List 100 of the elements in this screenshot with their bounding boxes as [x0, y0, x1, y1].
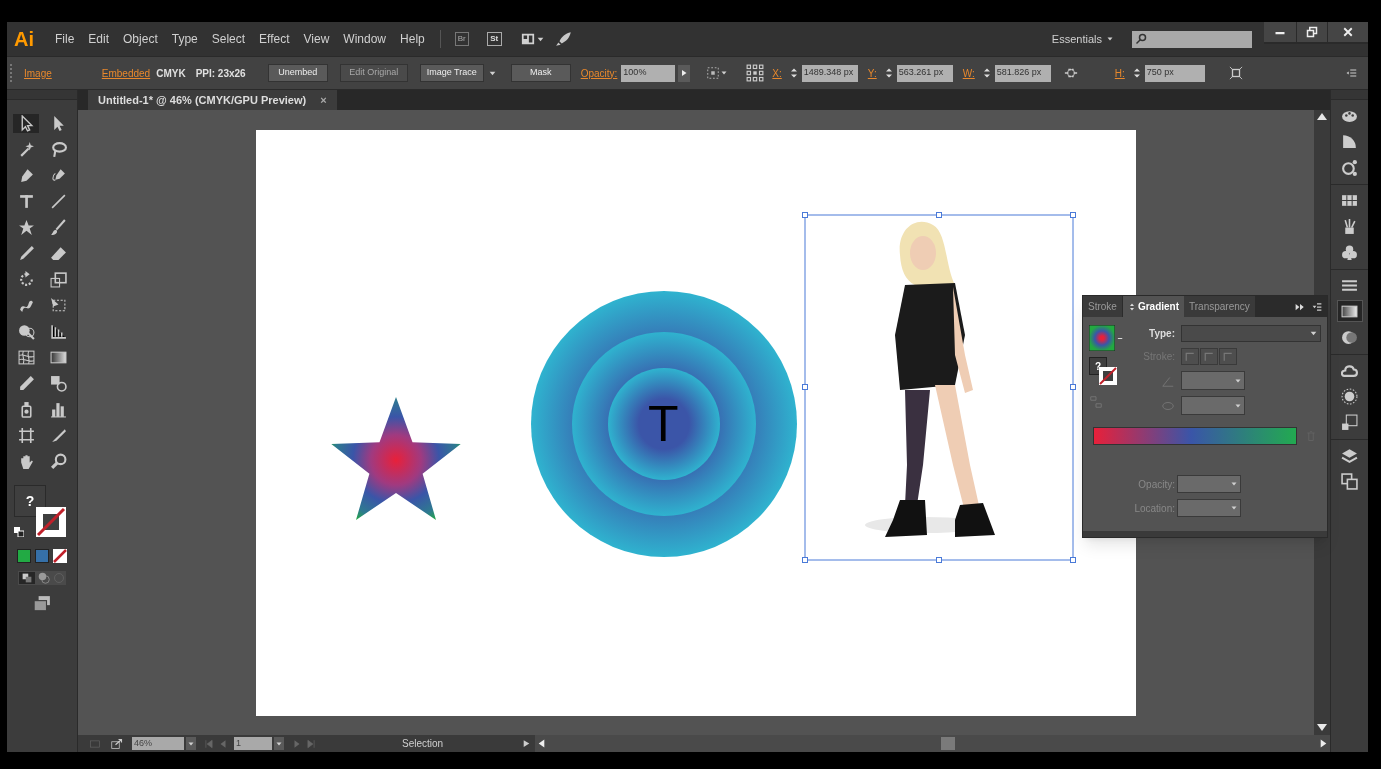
- collapse-panel-icon: [1295, 301, 1305, 312]
- coordinate-link[interactable]: H:: [1114, 65, 1125, 81]
- last-page-icon: [306, 738, 316, 749]
- arrange-documents-button[interactable]: [519, 32, 545, 46]
- menu-item[interactable]: Window: [336, 30, 394, 48]
- menu-item[interactable]: Type: [164, 30, 205, 48]
- close-button[interactable]: [1328, 22, 1368, 42]
- restore-button[interactable]: [1297, 22, 1327, 42]
- panel-menu-icon: [1344, 67, 1358, 79]
- page-field[interactable]: 1: [234, 737, 272, 750]
- menu-item[interactable]: View: [296, 30, 337, 48]
- layers-icon: [22, 573, 32, 583]
- object-type-link[interactable]: Image: [24, 65, 52, 81]
- panel-tab[interactable]: Transparency: [1184, 296, 1255, 317]
- scroll-thumb[interactable]: [941, 737, 955, 750]
- pencil-icon: [17, 245, 35, 262]
- coordinate-field[interactable]: 581.826 px: [994, 64, 1051, 82]
- free-transform-icon: [49, 297, 67, 314]
- app-logo: Ai: [14, 27, 34, 52]
- panel-tab[interactable]: Gradient: [1122, 296, 1185, 317]
- scroll-down-icon[interactable]: [1317, 724, 1327, 732]
- caret-icon: [1117, 335, 1124, 342]
- stroke-option-icon: [1223, 351, 1233, 362]
- dropdown-button[interactable]: [186, 737, 196, 750]
- type-label: Type:: [1148, 327, 1175, 341]
- number-field[interactable]: [1177, 475, 1241, 493]
- eraser-icon: [49, 245, 67, 262]
- number-field[interactable]: [1177, 499, 1241, 517]
- document-tab[interactable]: Untitled-1* @ 46% (CMYK/GPU Preview) ×: [88, 90, 337, 110]
- menu-item[interactable]: Select: [204, 30, 253, 48]
- coordinate-link[interactable]: W:: [962, 65, 975, 81]
- transform-button[interactable]: [706, 66, 729, 80]
- mesh-icon: [17, 349, 35, 366]
- gradient-icon: [49, 349, 67, 366]
- number-field[interactable]: [1181, 396, 1245, 415]
- eyedropper-icon: [17, 375, 35, 392]
- stroke-swatch[interactable]: [36, 507, 66, 537]
- line-icon: [49, 193, 67, 210]
- toolbar-button[interactable]: Unembed: [267, 64, 328, 82]
- draw-inside-icon: [53, 572, 65, 584]
- fit-icon: [1228, 66, 1243, 80]
- caret-icon: [1106, 35, 1114, 43]
- close-icon: [1342, 26, 1354, 38]
- zoom-field[interactable]: 46%: [132, 737, 184, 750]
- menu-item[interactable]: Edit: [81, 30, 117, 48]
- panel-tab[interactable]: Stroke: [1083, 296, 1122, 317]
- none-icon[interactable]: [53, 549, 67, 563]
- gradient-swatch[interactable]: [1089, 325, 1115, 351]
- toolbar-button[interactable]: Image Trace: [419, 64, 484, 82]
- stroke-swatch[interactable]: [1099, 367, 1117, 385]
- next-page-icon: [292, 738, 302, 749]
- brush-icon: [49, 219, 67, 236]
- coordinate-link[interactable]: X:: [772, 65, 782, 81]
- opacity-link[interactable]: Opacity:: [580, 65, 618, 81]
- coordinate-field[interactable]: 1489.348 px: [801, 64, 858, 82]
- ppi-label: PPI: 23x26: [195, 66, 246, 81]
- stroke-option-icon: [1185, 351, 1195, 362]
- bar-chart-icon: [49, 401, 67, 418]
- horizontal-scrollbar[interactable]: [535, 735, 1330, 752]
- caret-icon: [1230, 504, 1238, 512]
- stroke-option-button[interactable]: [1181, 348, 1199, 365]
- color-button[interactable]: [17, 549, 31, 563]
- network-icon: [1341, 158, 1358, 176]
- workspace-switcher[interactable]: Essentials: [1051, 30, 1114, 48]
- menu-item[interactable]: Help: [393, 30, 432, 48]
- shape-builder-icon: [17, 323, 35, 340]
- reference-point-icon: [746, 64, 765, 82]
- fill-swatch[interactable]: ?: [14, 485, 46, 517]
- panel-menu-icon: [1311, 301, 1323, 312]
- dropdown-button[interactable]: [274, 737, 284, 750]
- panel-button[interactable]: [1336, 300, 1363, 322]
- color-mode-label: CMYK: [156, 66, 186, 81]
- menu-item[interactable]: File: [48, 30, 82, 48]
- menu-item[interactable]: Object: [116, 30, 165, 48]
- menu-item[interactable]: Effect: [252, 30, 297, 48]
- transform-icon: [706, 66, 721, 80]
- default-colors-icon[interactable]: [14, 527, 24, 537]
- opacity-field[interactable]: 100%: [621, 64, 676, 82]
- toolbar-button[interactable]: Mask: [510, 64, 571, 82]
- minimize-button[interactable]: [1264, 22, 1296, 42]
- stroke-option-button[interactable]: [1200, 348, 1218, 365]
- coordinate-field[interactable]: 563.261 px: [896, 64, 953, 82]
- expand-button[interactable]: [678, 64, 691, 82]
- stroke-option-button[interactable]: [1219, 348, 1237, 365]
- tool-button[interactable]: [13, 114, 39, 133]
- gradient-button[interactable]: [35, 549, 49, 563]
- embedded-link[interactable]: Embedded: [101, 65, 151, 81]
- scroll-up-icon[interactable]: [1317, 112, 1327, 120]
- first-page-icon: [204, 738, 214, 749]
- search-field[interactable]: [1132, 30, 1252, 48]
- draw-mode-button[interactable]: [19, 572, 35, 584]
- close-tab-button[interactable]: ×: [320, 91, 327, 109]
- number-field[interactable]: [1181, 371, 1245, 390]
- caret-icon: [1230, 480, 1238, 488]
- coordinate-link[interactable]: Y:: [867, 65, 877, 81]
- reverse-gradient-icon: [1089, 395, 1103, 409]
- bridge-button[interactable]: Br: [454, 32, 469, 46]
- artboard-icon: [17, 427, 35, 444]
- coordinate-field[interactable]: 750 px: [1144, 64, 1205, 82]
- stock-button[interactable]: St: [486, 32, 502, 46]
